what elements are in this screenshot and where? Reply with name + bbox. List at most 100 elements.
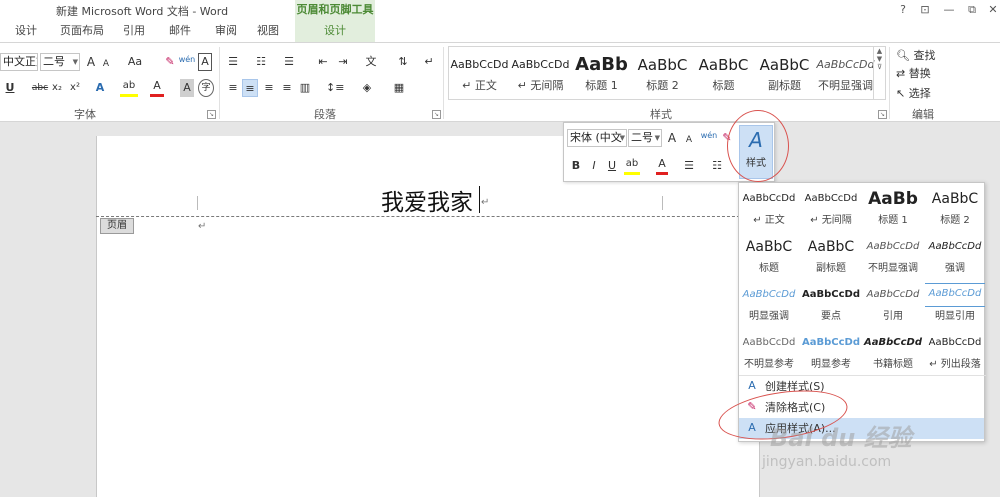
shading-icon[interactable]: ◈ bbox=[358, 79, 376, 97]
align-left-icon[interactable]: ≡ bbox=[226, 79, 240, 97]
header-text[interactable]: 我爱我家 bbox=[381, 183, 473, 217]
mini-italic-button[interactable]: I bbox=[588, 157, 600, 175]
style-name: 标题 bbox=[712, 79, 735, 92]
mini-font-name-combo[interactable]: 宋体 (中文 ▼ bbox=[567, 129, 627, 147]
change-case-button[interactable]: Aa bbox=[124, 53, 146, 71]
grow-font-button[interactable]: A bbox=[84, 53, 98, 71]
mini-highlight-button[interactable]: ab bbox=[624, 157, 640, 175]
text-effects-button[interactable]: A bbox=[92, 79, 108, 97]
paragraph-dialog-launcher-icon[interactable]: ↘ bbox=[432, 110, 441, 119]
ribbon-display-icon[interactable]: ⊡ bbox=[916, 2, 934, 18]
panel-style-heading-2[interactable]: AaBbC 标题 2 bbox=[925, 185, 985, 231]
find-button[interactable]: 🔍︎ 查找 bbox=[896, 47, 946, 65]
tab-page-layout[interactable]: 页面布局 bbox=[54, 20, 110, 42]
panel-style-subtle-emphasis[interactable]: AaBbCcDd 不明显强调 bbox=[863, 233, 923, 279]
increase-indent-icon[interactable]: ⇥ bbox=[336, 53, 350, 71]
panel-style-subtle-reference[interactable]: AaBbCcDd 不明显参考 bbox=[739, 329, 799, 375]
tab-mailings[interactable]: 邮件 bbox=[162, 20, 198, 42]
shrink-font-button[interactable]: A bbox=[100, 55, 112, 73]
superscript-button[interactable]: x² bbox=[68, 79, 82, 97]
gallery-scroll[interactable]: ▲ ▼ ⊽ bbox=[873, 47, 885, 99]
panel-style-book-title[interactable]: AaBbCcDd 书籍标题 bbox=[863, 329, 923, 375]
mini-bullets-button[interactable]: ☰ bbox=[682, 157, 696, 175]
style-subtitle[interactable]: AaBbC 副标题 bbox=[754, 47, 815, 99]
style-title[interactable]: AaBbC 标题 bbox=[693, 47, 754, 99]
character-border-button[interactable]: A bbox=[198, 53, 212, 71]
mini-font-name-value: 宋体 (中文 bbox=[570, 131, 622, 144]
sort-icon[interactable]: ⇅ bbox=[396, 53, 410, 71]
panel-style-list-paragraph[interactable]: AaBbCcDd ↵ 列出段落 bbox=[925, 329, 985, 375]
enclose-characters-button[interactable]: 字 bbox=[198, 79, 214, 97]
style-sample: AaBbC bbox=[745, 239, 793, 255]
panel-style-intense-quote[interactable]: AaBbCcDd 明显引用 bbox=[925, 281, 985, 327]
style-normal[interactable]: AaBbCcDd ↵ 正文 bbox=[449, 47, 510, 99]
style-sample: AaBbCcDd bbox=[450, 58, 509, 71]
show-marks-icon[interactable]: ↵ bbox=[422, 53, 436, 71]
font-color-button[interactable]: A bbox=[150, 79, 164, 97]
font-name-combo[interactable]: 中文正文 bbox=[0, 53, 38, 71]
mini-bold-button[interactable]: B bbox=[570, 157, 582, 175]
tab-design[interactable]: 设计 bbox=[8, 20, 44, 42]
mini-font-color-button[interactable]: A bbox=[656, 157, 668, 175]
style-subtle-emphasis[interactable]: AaBbCcDd 不明显强调 bbox=[815, 47, 876, 99]
tab-view[interactable]: 视图 bbox=[250, 20, 286, 42]
strikethrough-button[interactable]: abc bbox=[30, 79, 50, 97]
panel-style-quote[interactable]: AaBbCcDd 引用 bbox=[863, 281, 923, 327]
style-heading-1[interactable]: AaBb 标题 1 bbox=[571, 47, 632, 99]
chinese-layout-icon[interactable]: 文 bbox=[364, 53, 378, 71]
select-button[interactable]: ↖ 选择 bbox=[896, 85, 946, 103]
mini-shrink-font-button[interactable]: A bbox=[684, 131, 694, 149]
phonetic-guide-button[interactable]: wén bbox=[178, 51, 196, 69]
maximize-button[interactable]: ⧉ bbox=[963, 2, 981, 18]
style-sample: AaBbC bbox=[759, 56, 810, 74]
more-icon: ⊽ bbox=[876, 63, 883, 71]
mini-numbering-button[interactable]: ☷ bbox=[710, 157, 724, 175]
style-sample: AaBbCcDd bbox=[802, 289, 860, 300]
font-group-label: 字体 bbox=[74, 108, 96, 121]
panel-style-normal[interactable]: AaBbCcDd ↵ 正文 bbox=[739, 185, 799, 231]
bullets-icon[interactable]: ☰ bbox=[226, 53, 240, 71]
panel-style-no-spacing[interactable]: AaBbCcDd ↵ 无间隔 bbox=[801, 185, 861, 231]
distributed-icon[interactable]: ▥ bbox=[298, 79, 312, 97]
borders-icon[interactable]: ▦ bbox=[390, 79, 408, 97]
style-no-spacing[interactable]: AaBbCcDd ↵ 无间隔 bbox=[510, 47, 571, 99]
tab-review[interactable]: 审阅 bbox=[208, 20, 244, 42]
underline-button[interactable]: U bbox=[4, 79, 16, 97]
font-size-combo[interactable]: 二号 ▼ bbox=[40, 53, 80, 71]
replace-button[interactable]: ⇄ 替换 bbox=[896, 65, 946, 83]
align-center-icon[interactable]: ≡ bbox=[242, 79, 258, 97]
styles-gallery: AaBbCcDd ↵ 正文 AaBbCcDd ↵ 无间隔 AaBb 标题 1 AaBb… bbox=[448, 46, 886, 100]
clear-formatting-button[interactable]: ✎ bbox=[162, 53, 178, 71]
minimize-button[interactable]: — bbox=[940, 2, 958, 18]
editing-group-label: 编辑 bbox=[912, 108, 934, 121]
tab-header-footer-design[interactable]: 设计 bbox=[295, 20, 375, 42]
close-button[interactable]: ✕ bbox=[984, 2, 1000, 18]
styles-dialog-launcher-icon[interactable]: ↘ bbox=[878, 110, 887, 119]
tab-references[interactable]: 引用 bbox=[116, 20, 152, 42]
font-dialog-launcher-icon[interactable]: ↘ bbox=[207, 110, 216, 119]
numbering-icon[interactable]: ☷ bbox=[254, 53, 268, 71]
line-spacing-icon[interactable]: ↕≡ bbox=[326, 79, 344, 97]
panel-style-heading-1[interactable]: AaBb 标题 1 bbox=[863, 185, 923, 231]
subscript-button[interactable]: x₂ bbox=[50, 79, 64, 97]
panel-style-emphasis[interactable]: AaBbCcDd 强调 bbox=[925, 233, 985, 279]
decrease-indent-icon[interactable]: ⇤ bbox=[316, 53, 330, 71]
panel-style-intense-reference[interactable]: AaBbCcDd 明显参考 bbox=[801, 329, 861, 375]
mini-grow-font-button[interactable]: A bbox=[666, 129, 678, 147]
character-shading-button[interactable]: A bbox=[180, 79, 194, 97]
style-heading-2[interactable]: AaBbC 标题 2 bbox=[632, 47, 693, 99]
panel-style-subtitle[interactable]: AaBbC 副标题 bbox=[801, 233, 861, 279]
help-icon[interactable]: ? bbox=[894, 2, 912, 18]
panel-style-intense-emphasis[interactable]: AaBbCcDd 明显强调 bbox=[739, 281, 799, 327]
mini-phonetic-button[interactable]: wén bbox=[700, 127, 718, 145]
highlight-button[interactable]: ab bbox=[120, 79, 138, 97]
panel-style-title[interactable]: AaBbC 标题 bbox=[739, 233, 799, 279]
style-name: 明显强调 bbox=[749, 311, 789, 322]
mini-underline-button[interactable]: U bbox=[606, 157, 618, 175]
align-right-icon[interactable]: ≡ bbox=[262, 79, 276, 97]
mini-font-size-combo[interactable]: 二号 ▼ bbox=[628, 129, 662, 147]
chevron-down-icon: ▼ bbox=[619, 134, 625, 142]
multilevel-list-icon[interactable]: ☰ bbox=[282, 53, 296, 71]
panel-style-strong[interactable]: AaBbCcDd 要点 bbox=[801, 281, 861, 327]
justify-icon[interactable]: ≡ bbox=[280, 79, 294, 97]
